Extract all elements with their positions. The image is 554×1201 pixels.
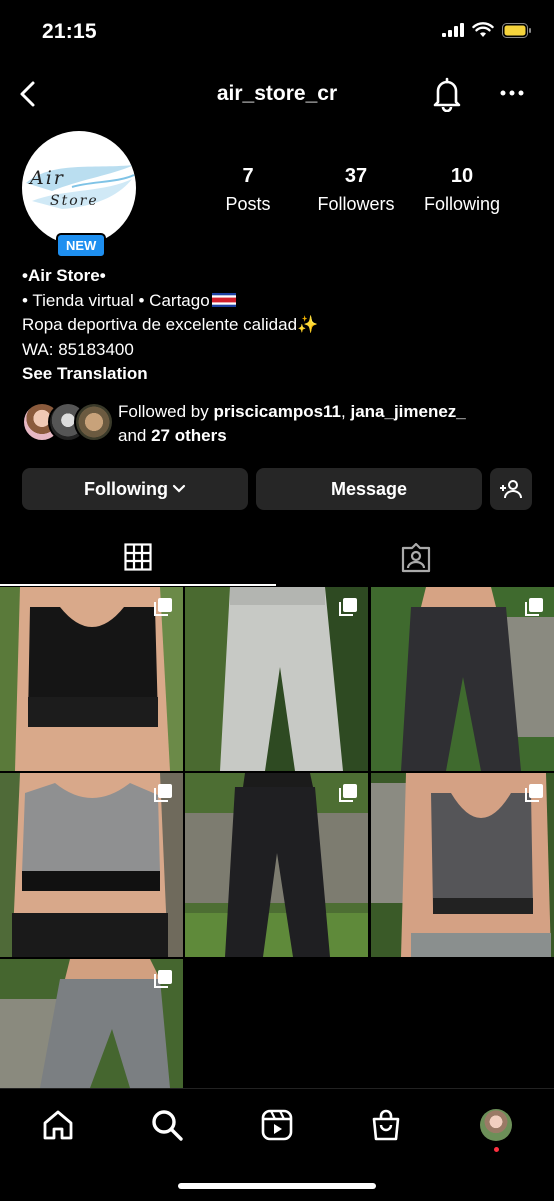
bell-icon[interactable] <box>430 76 464 112</box>
carousel-icon <box>525 784 543 802</box>
followed-by-prefix: Followed by <box>118 402 214 421</box>
stat-followers-label: Followers <box>317 194 395 214</box>
logo-text-air: Air <box>30 167 65 189</box>
post-thumbnail[interactable] <box>0 587 183 771</box>
nav-shop[interactable] <box>366 1105 406 1145</box>
home-icon <box>43 1110 73 1140</box>
notification-dot <box>494 1147 499 1152</box>
tagged-person-icon <box>401 543 431 573</box>
carousel-icon <box>525 598 543 616</box>
stat-following-label: Following <box>423 194 501 214</box>
post-thumbnail[interactable] <box>185 773 368 957</box>
profile-username: air_store_cr <box>216 82 338 105</box>
cellular-signal-icon <box>442 23 464 37</box>
carousel-icon <box>339 598 357 616</box>
shopping-bag-icon <box>372 1109 400 1141</box>
stat-following[interactable]: 10 Following <box>407 165 517 215</box>
nav-home[interactable] <box>38 1105 78 1145</box>
followed-by-and: and <box>118 426 152 445</box>
status-icons <box>442 22 532 38</box>
mutual-followers-avatars[interactable] <box>22 402 114 442</box>
see-translation-link[interactable]: See Translation <box>22 362 542 387</box>
status-time: 21:15 <box>42 20 97 43</box>
stat-followers[interactable]: 37 Followers <box>301 165 411 215</box>
post-thumbnail[interactable] <box>371 773 554 957</box>
battery-icon <box>502 22 531 38</box>
message-button-label: Message <box>330 478 408 499</box>
followed-by-text[interactable]: Followed by priscicampos11, jana_jimenez… <box>118 400 538 448</box>
stat-posts[interactable]: 7 Posts <box>193 165 303 215</box>
costa-rica-flag-icon <box>211 292 236 307</box>
wifi-icon <box>472 22 494 37</box>
bio-line-1: • Tienda virtual • Cartago <box>22 289 542 314</box>
chevron-down-icon <box>172 484 186 493</box>
following-button[interactable]: Following <box>22 468 248 510</box>
followed-by-user-1[interactable]: priscicampos11 <box>213 402 341 421</box>
profile-avatar-small <box>480 1109 512 1141</box>
bio-line-1-text: • Tienda virtual • Cartago <box>22 290 210 310</box>
stat-followers-value: 37 <box>344 165 368 187</box>
post-thumbnail[interactable] <box>185 587 368 771</box>
bio-line-2: Ropa deportiva de excelente calidad✨ <box>22 315 319 334</box>
profile-bio: •Air Store• • Tienda virtual • Cartago R… <box>22 264 542 387</box>
stat-posts-label: Posts <box>225 194 271 214</box>
nav-profile[interactable] <box>476 1105 516 1145</box>
profile-avatar[interactable]: Air Store <box>22 131 136 245</box>
following-button-label: Following <box>84 478 168 499</box>
more-options-icon[interactable] <box>498 84 526 102</box>
post-thumbnail[interactable] <box>0 959 183 1088</box>
search-icon <box>152 1110 183 1141</box>
message-button[interactable]: Message <box>256 468 482 510</box>
carousel-icon <box>154 970 172 988</box>
tab-posts-grid[interactable] <box>0 530 276 586</box>
logo-text-store: Store <box>50 193 99 209</box>
new-badge: NEW <box>56 233 107 258</box>
reels-icon <box>261 1109 293 1141</box>
add-person-icon <box>500 480 522 499</box>
stat-following-value: 10 <box>450 165 474 187</box>
post-thumbnail[interactable] <box>0 773 183 957</box>
grid-icon <box>124 543 152 571</box>
tab-tagged[interactable] <box>278 530 554 586</box>
carousel-icon <box>339 784 357 802</box>
home-indicator <box>178 1183 376 1189</box>
carousel-icon <box>154 784 172 802</box>
mutual-avatar-3 <box>74 402 114 442</box>
nav-search[interactable] <box>147 1105 187 1145</box>
followed-by-user-2[interactable]: jana_jimenez_ <box>350 402 465 421</box>
nav-reels[interactable] <box>257 1105 297 1145</box>
followed-by-others[interactable]: 27 others <box>151 426 227 445</box>
post-thumbnail[interactable] <box>371 587 554 771</box>
bio-line-3: WA: 85183400 <box>22 339 134 359</box>
carousel-icon <box>154 598 172 616</box>
suggested-users-button[interactable] <box>490 468 532 510</box>
bio-name: •Air Store• <box>22 266 106 285</box>
stat-posts-value: 7 <box>242 165 254 187</box>
